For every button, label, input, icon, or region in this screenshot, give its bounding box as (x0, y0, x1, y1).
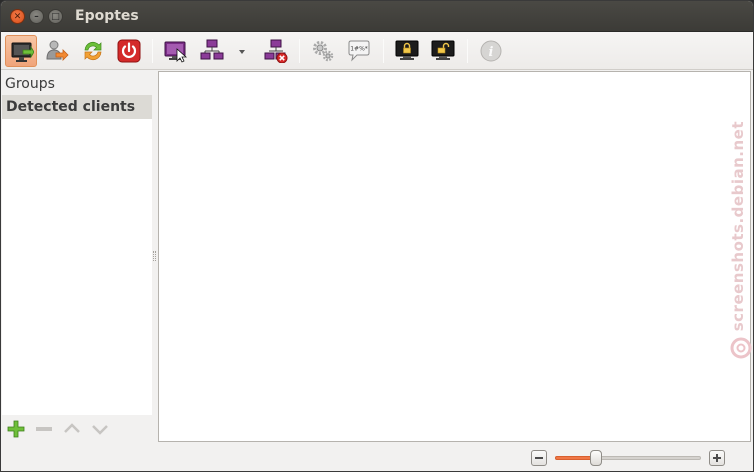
info-button[interactable]: i (475, 35, 507, 67)
debian-swirl-icon (730, 337, 752, 359)
grip-icon (153, 251, 156, 261)
status-bar (1, 443, 753, 471)
maximize-icon[interactable]: □ (48, 9, 63, 24)
speech-bubble-icon: 1#%* (348, 40, 370, 62)
watermark: screenshots.debian.net (729, 121, 753, 361)
group-item-detected-clients[interactable]: Detected clients (2, 96, 152, 119)
zoom-slider-knob[interactable] (589, 450, 602, 466)
add-icon (7, 420, 25, 438)
remove-icon (36, 427, 52, 431)
stop-broadcast-button[interactable] (260, 35, 292, 67)
toolbar-separator (467, 39, 468, 63)
zoom-slider[interactable] (555, 450, 701, 466)
gears-icon (313, 41, 334, 62)
send-message-button[interactable]: 1#%* (343, 35, 375, 67)
title-bar: ✕ – □ Epoptes (1, 1, 753, 32)
window-title: Epoptes (75, 8, 139, 24)
observe-button[interactable] (160, 35, 192, 67)
move-up-icon (64, 423, 80, 433)
close-icon[interactable]: ✕ (10, 9, 25, 24)
broadcast-dropdown-button[interactable] (232, 35, 252, 67)
toolbar-separator (299, 39, 300, 63)
epoptes-window: ✕ – □ Epoptes 1#%* i Groups Detected cli… (0, 0, 754, 472)
move-up-button[interactable] (62, 419, 82, 439)
toolbar: 1#%* i (1, 32, 753, 70)
svg-text:1#%*: 1#%* (350, 46, 368, 53)
clients-view[interactable] (158, 71, 751, 442)
unlock-monitor-icon (431, 40, 455, 60)
move-down-button[interactable] (90, 419, 110, 439)
login-button[interactable] (41, 35, 73, 67)
zoom-out-button[interactable] (531, 450, 547, 466)
monitor-cursor-icon (164, 41, 188, 63)
broadcast-screen-button[interactable] (5, 35, 37, 67)
network-stop-icon (264, 39, 288, 63)
lock-monitor-icon (395, 40, 419, 60)
toolbar-separator (152, 39, 153, 63)
reboot-button[interactable] (77, 35, 109, 67)
watermark-text: screenshots.debian.net (729, 121, 747, 332)
zoom-in-button[interactable] (709, 450, 725, 466)
groups-panel: Groups Detected clients (2, 71, 152, 443)
toolbar-separator (383, 39, 384, 63)
add-group-button[interactable] (6, 419, 26, 439)
shutdown-button[interactable] (113, 35, 145, 67)
move-down-icon (92, 425, 108, 435)
svg-text:i: i (489, 45, 494, 60)
remove-group-button[interactable] (34, 419, 54, 439)
dropdown-arrow-icon (239, 50, 245, 54)
execute-button[interactable] (307, 35, 339, 67)
groups-header[interactable]: Groups (2, 71, 152, 96)
broadcast-button[interactable] (196, 35, 228, 67)
user-arrow-icon (46, 40, 69, 61)
info-icon: i (480, 40, 502, 62)
unlock-screen-button[interactable] (427, 35, 459, 67)
lock-screen-button[interactable] (391, 35, 423, 67)
groups-actions (2, 415, 152, 443)
minimize-icon[interactable]: – (29, 9, 44, 24)
refresh-icon (84, 41, 102, 61)
monitor-arrow-icon (11, 42, 34, 62)
network-monitors-icon (200, 39, 224, 60)
power-icon (117, 39, 141, 63)
